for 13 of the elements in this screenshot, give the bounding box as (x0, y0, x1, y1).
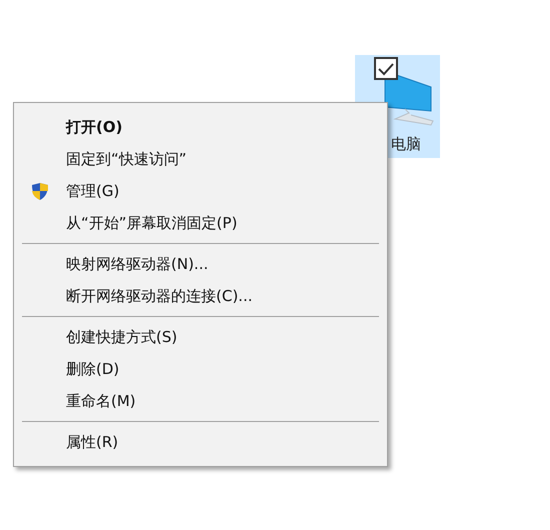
menu-item[interactable]: 打开(O) (66, 116, 122, 138)
menu-item[interactable]: 固定到“快速访问” (66, 148, 187, 170)
icon-label: 电脑 (391, 134, 421, 155)
checkbox[interactable] (374, 57, 398, 80)
checkmark-icon (378, 62, 394, 76)
menu-item[interactable]: 重命名(M) (66, 390, 136, 412)
menu-item[interactable]: 删除(D) (66, 358, 120, 380)
menu-item[interactable]: 属性(R) (66, 430, 118, 454)
menu-item[interactable]: 映射网络驱动器(N)... (66, 252, 208, 276)
menu-item[interactable]: 断开网络驱动器的连接(C)... (66, 284, 252, 308)
menu-item[interactable]: 从“开始”屏幕取消固定(P) (66, 212, 238, 234)
menu-item[interactable]: 创建快捷方式(S) (66, 326, 178, 348)
menu-item[interactable]: 管理(G) (66, 180, 120, 202)
